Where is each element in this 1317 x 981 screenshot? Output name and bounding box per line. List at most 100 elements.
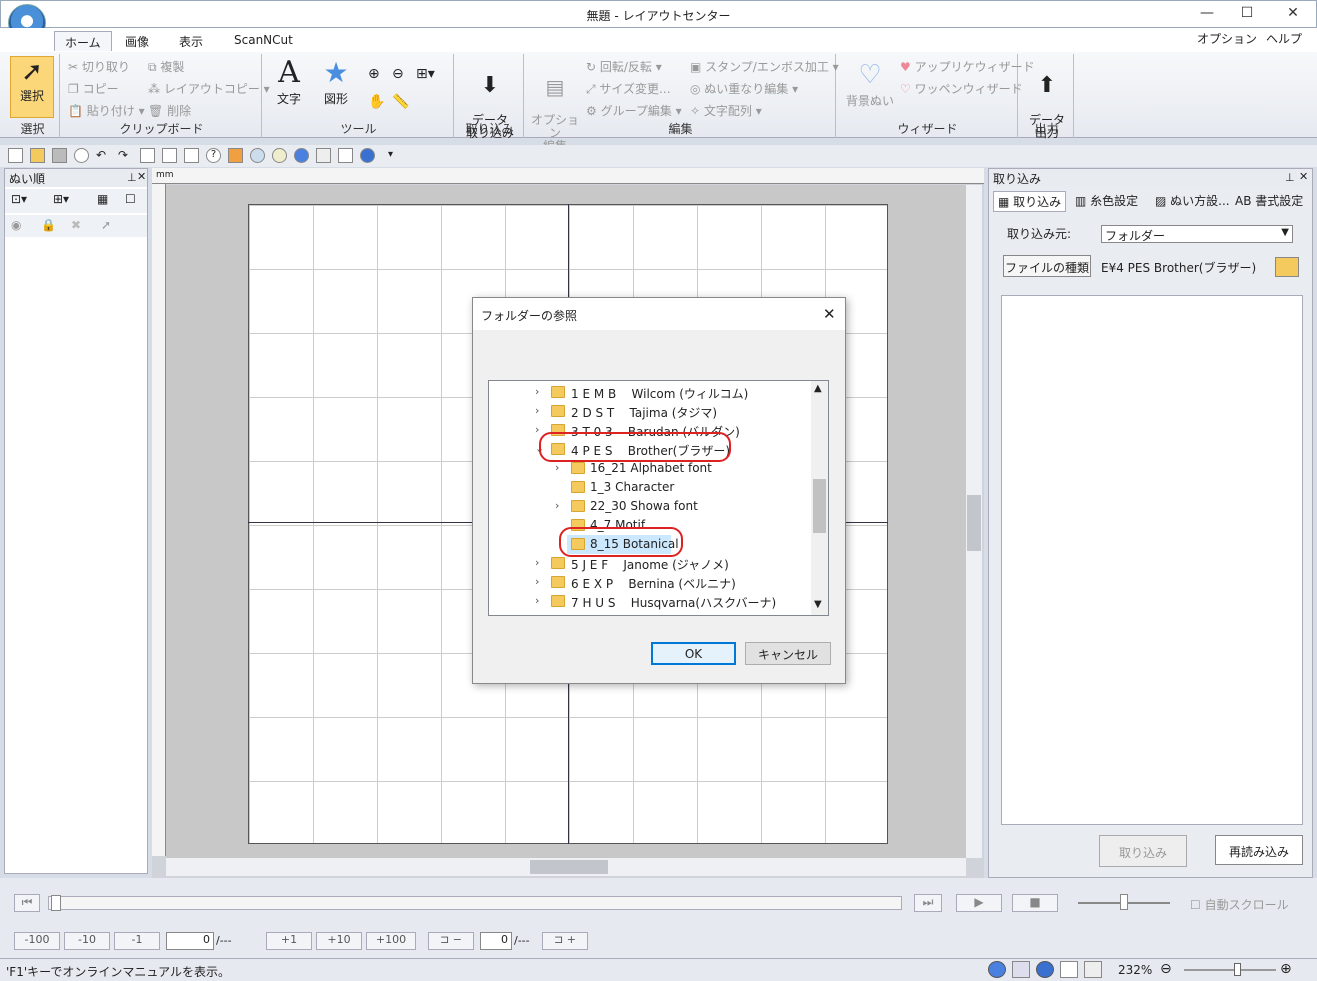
stitch-view-icon[interactable] (1012, 961, 1030, 978)
maximize-icon[interactable]: ☐ (1237, 5, 1257, 23)
tab-text-format[interactable]: AB 書式設定 (1235, 192, 1303, 209)
rotate-flip-button[interactable]: ↻ 回転/反転 ▾ (586, 58, 662, 75)
tree-item-hus[interactable]: › 7 H U S Husqvarna(ハスクバーナ) (489, 592, 811, 611)
scroll-down-icon[interactable]: ▼ (814, 599, 822, 610)
speed-slider[interactable] (1078, 894, 1170, 910)
ok-button[interactable]: OK (651, 642, 736, 665)
search-icon[interactable] (74, 148, 89, 163)
color-back-button[interactable]: ⊐ − (428, 932, 474, 950)
tree-item-dst[interactable]: › 2 D S T Tajima (タジマ) (489, 402, 811, 421)
machine-icon[interactable] (338, 148, 353, 163)
chevron-right-icon[interactable]: › (535, 404, 539, 417)
circle-blue-icon[interactable] (294, 148, 309, 163)
color-fwd-button[interactable]: ⊐ + (542, 932, 588, 950)
cursor-icon[interactable]: ➚ (101, 218, 111, 232)
pin-icon[interactable]: ⊥ (1285, 171, 1295, 184)
tree-item-exp[interactable]: › 6 E X P Bernina (ベルニナ) (489, 573, 811, 592)
window-icon[interactable] (162, 148, 177, 163)
tab-view[interactable]: 表示 (169, 31, 213, 51)
chevron-right-icon[interactable]: › (535, 575, 539, 588)
undo-icon[interactable]: ↶ (96, 148, 111, 163)
shape-tool-button[interactable]: ★ 図形 (316, 56, 356, 107)
skip-end-icon[interactable]: ⏭ (914, 894, 942, 912)
folder-tree[interactable]: › 1 E M B Wilcom (ウィルコム) › 2 D S T Tajim… (488, 380, 829, 616)
realistic-view-icon[interactable] (988, 961, 1006, 978)
skip-start-icon[interactable]: ⏮ (14, 894, 40, 912)
cancel-button[interactable]: キャンセル (745, 642, 831, 665)
redo-icon[interactable]: ↷ (118, 148, 133, 163)
vertical-scrollbar[interactable] (966, 185, 982, 858)
tab-home[interactable]: ホーム (54, 31, 112, 51)
text-tool-button[interactable]: A 文字 (272, 56, 306, 107)
chevron-right-icon[interactable]: › (535, 556, 539, 569)
light-icon[interactable] (272, 148, 287, 163)
close-icon[interactable]: ✕ (1299, 170, 1308, 183)
group-icon[interactable]: ⊞▾ (53, 192, 69, 206)
eye-icon[interactable]: ◉ (11, 218, 21, 232)
chevron-right-icon[interactable]: › (535, 594, 539, 607)
data-import-button[interactable]: ⬇ データ 取り込み (460, 58, 520, 153)
resize-button[interactable]: ⤢ サイズ変更... (586, 80, 671, 97)
sphere-icon[interactable] (360, 148, 375, 163)
step-fwd-1-button[interactable]: +1 (266, 932, 312, 950)
stop-icon[interactable]: ■ (1012, 894, 1058, 912)
bg-stitch-button[interactable]: ♡ 背景ぬい (842, 58, 898, 109)
grid-icon[interactable] (1060, 961, 1078, 978)
scroll-up-icon[interactable]: ▲ (814, 383, 822, 394)
source-select[interactable]: フォルダー ▼ (1101, 225, 1293, 243)
copy-button[interactable]: ❐ コピー (68, 80, 119, 97)
stitch-icon[interactable] (228, 148, 243, 163)
zoom-in-icon[interactable]: ⊕ (368, 66, 380, 82)
pin-icon[interactable]: ⊥ (127, 171, 137, 184)
save-icon[interactable] (52, 148, 67, 163)
zoom-slider[interactable] (1184, 963, 1276, 976)
zoom-out-icon[interactable]: ⊖ (392, 66, 404, 82)
zoom-in-icon[interactable]: ⊕ (1280, 961, 1292, 977)
frame-select-icon[interactable]: ⊡▾ (11, 192, 27, 206)
select-button[interactable]: ➚ 選択 (10, 56, 54, 118)
play-icon[interactable]: ▶ (956, 894, 1002, 912)
layout-copy-button[interactable]: ⁂ レイアウトコピー ▾ (148, 80, 270, 97)
minimize-icon[interactable]: — (1197, 5, 1217, 23)
group-edit-button[interactable]: ⚙ グループ編集 ▾ (586, 102, 682, 119)
import-button[interactable]: 取り込み (1099, 835, 1187, 867)
tree-scroll-thumb[interactable] (813, 479, 826, 533)
browse-folder-icon[interactable] (1275, 257, 1299, 277)
zoom-thumb[interactable] (1234, 963, 1241, 976)
measure-icon[interactable]: 📏 (392, 94, 409, 110)
dialog-close-icon[interactable]: ✕ (823, 305, 836, 323)
tab-stitch[interactable]: ▨ ぬい方設... (1155, 192, 1230, 209)
progress-thumb[interactable] (51, 895, 61, 911)
autoscroll-checkbox[interactable]: ☐ 自動スクロール (1190, 896, 1289, 913)
tree-item-showa[interactable]: › 22_30 Showa font (489, 497, 811, 516)
tree-item-character[interactable]: 1_3 Character (489, 478, 811, 497)
tree-item-emb[interactable]: › 1 E M B Wilcom (ウィルコム) (489, 383, 811, 402)
chevron-right-icon[interactable]: › (555, 461, 559, 474)
options-menu[interactable]: オプション (1197, 30, 1257, 47)
page-icon[interactable] (1084, 961, 1102, 978)
cut-button[interactable]: ✂ 切り取り (68, 58, 130, 75)
chevron-right-icon[interactable]: › (555, 499, 559, 512)
tree-scrollbar[interactable]: ▲ ▼ (811, 381, 828, 615)
horizontal-scrollbar[interactable] (166, 858, 966, 876)
close-icon[interactable]: ✕ (137, 170, 146, 183)
data-output-button[interactable]: ⬆ データ 出力 (1022, 58, 1072, 153)
zoom-fit-icon[interactable]: ⊞▾ (416, 66, 435, 82)
stamp-button[interactable]: ▣ スタンプ/エンボス加工 ▾ (690, 58, 839, 75)
close-icon[interactable]: ✕ (1283, 5, 1303, 23)
chevron-right-icon[interactable]: › (535, 423, 539, 436)
pan-hand-icon[interactable]: ✋ (368, 94, 385, 110)
color-icon[interactable]: ▦ (97, 192, 108, 206)
stitch-counter-input[interactable]: 0 (166, 932, 214, 950)
file-type-button[interactable]: ファイルの種類 (1003, 255, 1091, 277)
scroll-thumb[interactable] (967, 495, 981, 551)
step-back-10-button[interactable]: -10 (64, 932, 110, 950)
step-fwd-10-button[interactable]: +10 (316, 932, 362, 950)
applique-wizard-button[interactable]: ♥ アップリケウィザード (900, 58, 1035, 75)
view-icon[interactable] (140, 148, 155, 163)
chevron-right-icon[interactable]: › (535, 385, 539, 398)
tab-scanncut[interactable]: ScanNCut (224, 31, 303, 51)
gear-icon[interactable] (250, 148, 265, 163)
color-counter-input[interactable]: 0 (480, 932, 512, 950)
open-folder-icon[interactable] (30, 148, 45, 163)
